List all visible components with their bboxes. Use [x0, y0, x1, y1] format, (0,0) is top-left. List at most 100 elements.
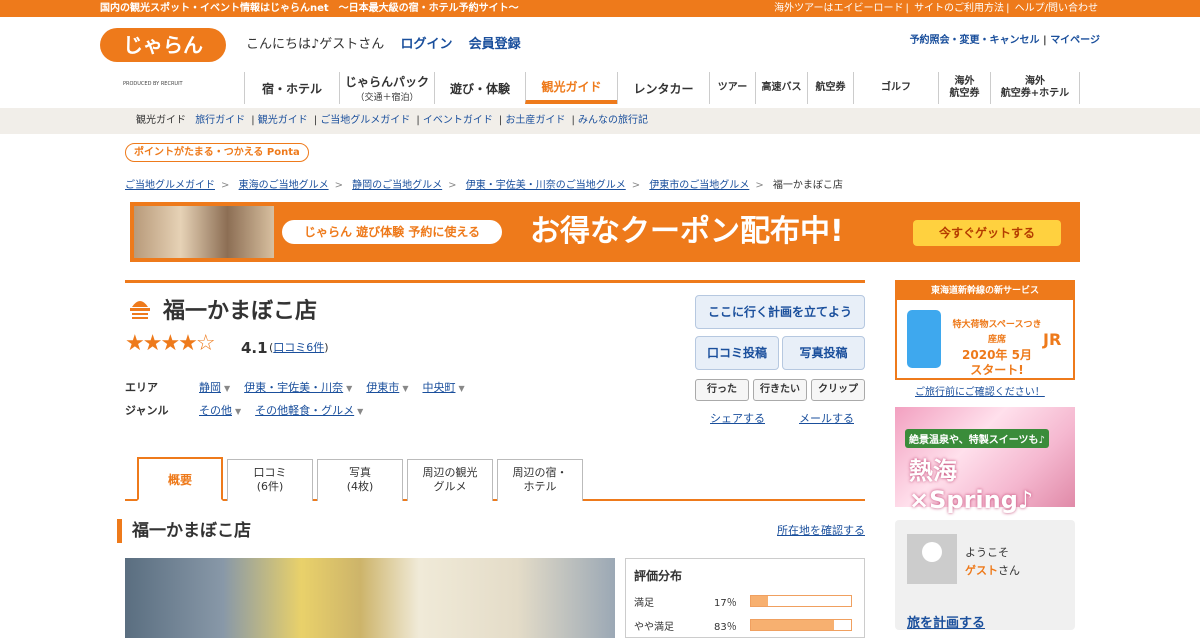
shop-title: 福一かまぼこ店 — [163, 299, 318, 324]
avatar — [907, 534, 957, 584]
global-nav: 宿・ホテル じゃらんパック （交通＋宿泊） 遊び・体験 観光ガイド レンタカー ツ… — [244, 72, 1080, 108]
nav-kaigai-hotel-sub: 航空券+ホテル — [1000, 88, 1070, 99]
rating-row-pct: 17％ — [714, 598, 737, 609]
nav-kaigai-air[interactable]: 海外 航空券 — [938, 72, 990, 104]
tab-reviews[interactable]: 口コミ (6件) — [227, 459, 313, 501]
rating-row: 満足 17％ — [634, 594, 856, 618]
share-link[interactable]: シェアする — [710, 410, 765, 426]
tab-photos[interactable]: 写真 (4枚) — [317, 459, 403, 501]
tab-reviews-sub: (6件) — [256, 480, 284, 493]
nav-pack-sub: （交通＋宿泊） — [355, 93, 419, 103]
register-link[interactable]: 会員登録 — [469, 37, 521, 52]
breadcrumb-item[interactable]: 静岡のご当地グルメ — [352, 180, 442, 191]
nav-pack-label: じゃらんパック — [344, 75, 429, 89]
shop-photo[interactable] — [125, 558, 615, 638]
genre-link[interactable]: その他軽食・グルメ — [255, 404, 354, 417]
want-button[interactable]: 行きたい — [753, 379, 807, 401]
plan-trip-button[interactable]: ここに行く計画を立てよう — [695, 295, 865, 329]
atami-banner-main: 熱海×Spring♪ — [909, 457, 1034, 514]
breadcrumb: ご当地グルメガイド > 東海のご当地グルメ > 静岡のご当地グルメ > 伊東・宇佐美・… — [125, 180, 843, 191]
breadcrumb-current: 福一かまぼこ店 — [772, 180, 843, 191]
nav-kaigai-air-label: 海外 — [954, 76, 975, 87]
location-link[interactable]: 所在地を確認する — [777, 522, 865, 538]
reservation-link[interactable]: 予約照会・変更・キャンセル — [910, 35, 1040, 46]
atami-banner-sub: 絶景温泉や、特製スイーツも♪ — [905, 429, 1049, 448]
greeting-text: こんにちは♪ゲストさん — [246, 37, 385, 52]
top-link-usage[interactable]: サイトのご利用方法 — [914, 3, 1004, 14]
subnav-travel[interactable]: 旅行ガイド — [195, 115, 245, 126]
area-link[interactable]: 静岡 — [199, 381, 221, 394]
post-review-button[interactable]: 口コミ投稿 — [695, 336, 779, 370]
user-box: ようこそ ゲストさん 旅を計画する — [895, 520, 1075, 631]
nav-kaigai-hotel-label: 海外 — [1025, 76, 1045, 87]
breadcrumb-item[interactable]: ご当地グルメガイド — [125, 180, 215, 191]
ponta-badge[interactable]: ポイントがたまる・つかえる Ponta — [125, 143, 309, 162]
jr-banner-date: 2020年 5月 — [962, 348, 1032, 362]
subnav-souvenir[interactable]: お土産ガイド — [505, 115, 565, 126]
subnav-current: 観光ガイド — [136, 115, 186, 126]
nav-kanko[interactable]: 観光ガイド — [525, 72, 617, 104]
nav-rentacar[interactable]: レンタカー — [617, 72, 709, 104]
area-label: エリア — [125, 381, 158, 394]
nav-golf[interactable]: ゴルフ — [853, 72, 938, 104]
review-count: (口コミ6件) — [269, 341, 329, 354]
banner-tag: じゃらん 遊び体験 予約に使える — [282, 220, 502, 244]
banner-cta-button[interactable]: 今すぐゲットする — [913, 220, 1061, 246]
breadcrumb-item[interactable]: 伊東市のご当地グルメ — [649, 180, 749, 191]
coupon-banner[interactable]: じゃらん 遊び体験 予約に使える お得なクーポン配布中! 今すぐゲットする — [130, 202, 1080, 262]
header-links: 予約照会・変更・キャンセル | マイページ — [909, 35, 1100, 46]
gourmet-icon — [130, 301, 150, 319]
top-link-help[interactable]: ヘルプ/問い合わせ — [1015, 3, 1098, 14]
guest-name: ゲスト — [965, 564, 998, 577]
jr-banner[interactable]: 東海道新幹線の新サービス 特大荷物スペースつき座席 2020年 5月 スタート! J… — [895, 280, 1075, 380]
rating-row-label: 満足 — [634, 598, 654, 609]
post-photo-button[interactable]: 写真投稿 — [782, 336, 865, 370]
tab-photos-label: 写真 — [349, 466, 371, 479]
breadcrumb-item[interactable]: 伊東・宇佐美・川奈のご当地グルメ — [466, 180, 626, 191]
tab-reviews-label: 口コミ — [253, 466, 287, 479]
tab-nearby-hotels-label: 周辺の宿・ — [512, 466, 568, 479]
plan-trip-link[interactable]: 旅を計画する — [907, 612, 985, 631]
nav-pack[interactable]: じゃらんパック （交通＋宿泊） — [339, 72, 434, 104]
rating-heading: 評価分布 — [634, 569, 683, 583]
subnav-diary[interactable]: みんなの旅行記 — [578, 115, 648, 126]
jalan-logo[interactable]: じゃらん — [100, 28, 226, 62]
jr-banner-text: 特大荷物スペースつき座席 2020年 5月 スタート! — [951, 318, 1043, 378]
nav-asobi[interactable]: 遊び・体験 — [434, 72, 525, 104]
tab-nearby-hotels[interactable]: 周辺の宿・ ホテル — [497, 459, 583, 501]
area-link[interactable]: 伊東・宇佐美・川奈 — [244, 381, 343, 394]
tab-nearby-sights-sub: グルメ — [433, 480, 467, 493]
tab-overview[interactable]: 概要 — [137, 457, 223, 501]
subnav-event[interactable]: イベントガイド — [423, 115, 493, 126]
nav-kaigai-hotel[interactable]: 海外 航空券+ホテル — [990, 72, 1080, 104]
sub-nav: 観光ガイド 旅行ガイド | 観光ガイド | ご当地グルメガイド | イベントガイド | … — [0, 108, 1200, 134]
tab-nearby-hotels-sub: ホテル — [523, 480, 557, 493]
jr-banner-start: スタート! — [970, 363, 1024, 377]
subnav-gourmet[interactable]: ご当地グルメガイド — [320, 115, 410, 126]
mail-link[interactable]: メールする — [799, 410, 854, 426]
welcome-label: ようこそ — [965, 546, 1009, 559]
nav-bus[interactable]: 高速バス — [755, 72, 807, 104]
jr-note-link[interactable]: ご旅行前にご確認ください！ — [915, 383, 1045, 398]
genre-link[interactable]: その他 — [199, 404, 232, 417]
nav-air[interactable]: 航空券 — [807, 72, 853, 104]
rating-stars-icon: ★★★★☆ — [125, 331, 216, 356]
login-link[interactable]: ログイン — [400, 37, 452, 52]
area-link[interactable]: 中央町 — [422, 381, 455, 394]
mypage-link[interactable]: マイページ — [1050, 35, 1100, 46]
tab-nearby-sights[interactable]: 周辺の観光 グルメ — [407, 459, 493, 501]
jr-logo: JR — [1043, 330, 1062, 349]
clip-button[interactable]: クリップ — [811, 379, 865, 401]
breadcrumb-item[interactable]: 東海のご当地グルメ — [239, 180, 329, 191]
nav-tour[interactable]: ツアー — [709, 72, 755, 104]
review-count-link[interactable]: 口コミ6件 — [273, 341, 324, 354]
area-link[interactable]: 伊東市 — [366, 381, 399, 394]
tab-nearby-sights-label: 周辺の観光 — [422, 466, 478, 479]
went-button[interactable]: 行った — [695, 379, 749, 401]
atami-banner[interactable]: 絶景温泉や、特製スイーツも♪ 熱海×Spring♪ — [895, 407, 1075, 514]
produced-by-recruit: PRODUCED BY RECRUIT — [123, 81, 183, 87]
subnav-kanko[interactable]: 観光ガイド — [258, 115, 308, 126]
top-bar: 国内の観光スポット・イベント情報はじゃらんnet ～日本最大級の宿・ホテル予約サ… — [0, 0, 1200, 17]
top-link-abroad[interactable]: 海外ツアーはエイビーロード — [774, 3, 903, 14]
nav-hotel[interactable]: 宿・ホテル — [244, 72, 339, 104]
